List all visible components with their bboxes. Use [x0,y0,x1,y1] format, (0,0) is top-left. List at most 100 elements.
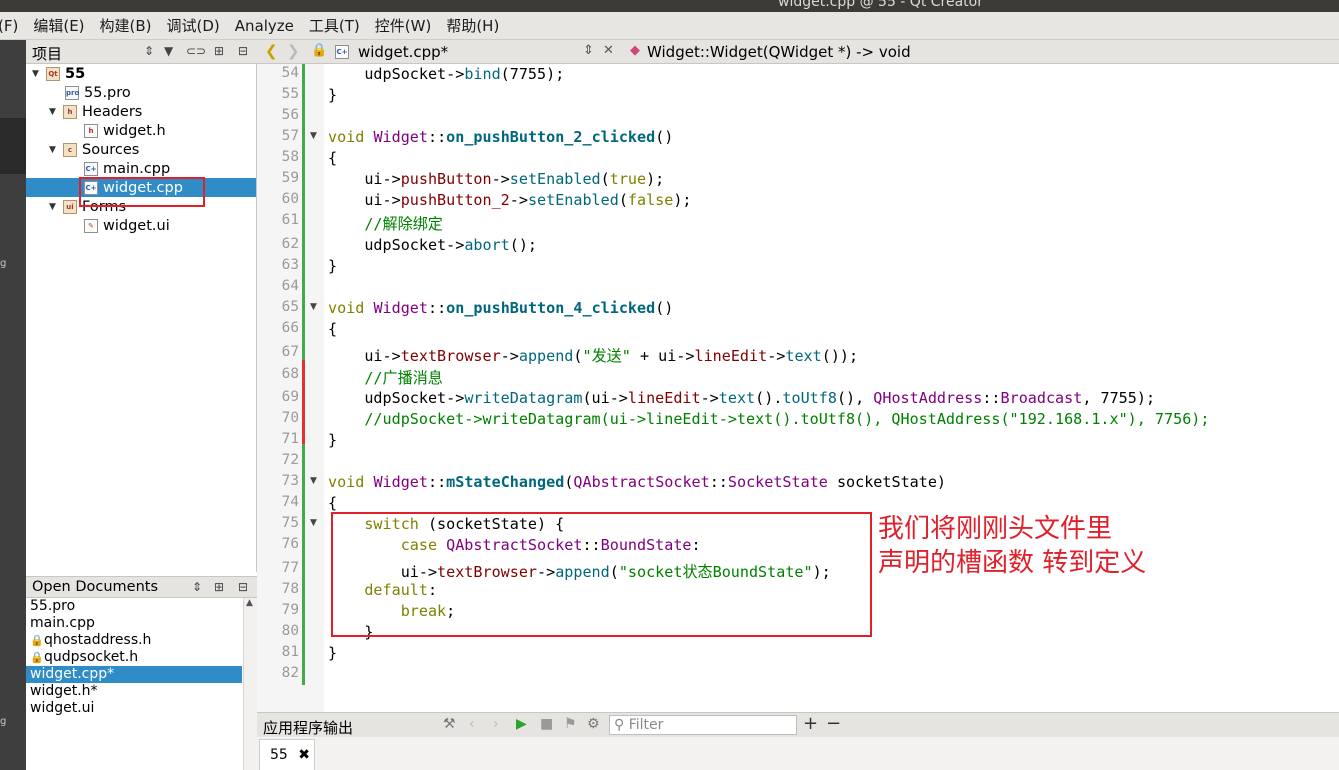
tree-item-widget-h[interactable]: h widget.h [84,121,166,140]
split-icon[interactable]: ⊞ [214,44,224,58]
expand-arrow-icon[interactable]: ▼ [32,69,46,79]
tree-item-label: main.cpp [103,160,171,177]
tree-item-project[interactable]: ▼ Qt 55 [32,64,85,83]
code-text: void [328,299,365,317]
mode-label[interactable]: g [0,716,6,727]
expand-arrow-icon[interactable]: ▼ [49,107,63,117]
gear-icon[interactable]: ⚙ [587,716,600,732]
chevron-left-icon[interactable]: ‹ [469,716,475,732]
open-document-item[interactable]: 🔒qhostaddress.h [26,632,242,649]
open-document-item[interactable]: widget.cpp* [26,666,242,683]
menu-widgets[interactable]: 控件(W) [375,15,432,36]
run-icon[interactable]: ▶ [516,716,527,732]
form-file-icon: ✎ [84,218,98,233]
code-line: } [328,431,338,449]
fold-arrow-icon[interactable]: ▼ [310,302,317,312]
chevron-right-icon[interactable]: › [493,716,499,732]
expand-arrow-icon[interactable]: ▼ [49,202,63,212]
tree-item-headers[interactable]: ▼ h Headers [49,102,142,121]
scroll-up-icon[interactable]: ▲ [246,598,253,608]
mode-edit-selected[interactable] [0,118,26,174]
code-text: (), [836,389,874,407]
minus-icon[interactable]: − [826,713,841,734]
close-icon[interactable]: ✕ [603,43,614,58]
highlight-box-annotation [331,512,872,637]
mode-label[interactable]: g [0,258,6,269]
output-tabs: 55 ✖ [257,737,1339,770]
line-number: 71 [281,431,299,447]
code-text: (7755); [500,65,565,83]
combo-arrows-icon[interactable]: ⇕ [192,580,202,594]
code-text: :: [427,299,447,317]
tree-item-sources[interactable]: ▼ c Sources [49,140,139,159]
output-pane-header: 应用程序输出 ⚒ ‹ › ▶ ■ ⚑ ⚙ ⚲ Filter + − [257,712,1339,737]
combo-arrows-icon[interactable]: ⇕ [144,44,154,58]
close-icon[interactable]: ✖ [298,747,310,763]
code-text: :: [982,389,1001,407]
attach-icon[interactable]: ⚒ [443,716,456,732]
close-pane-icon[interactable]: ⊟ [238,580,248,594]
chevron-right-icon[interactable]: ❯ [287,42,300,60]
project-pane-title[interactable]: 项目 [32,43,62,64]
tree-item-label: 55 [65,65,86,82]
code-text: :: [427,128,447,146]
code-text: false [627,191,674,209]
function-locator[interactable]: Widget::Widget(QWidget *) -> void [647,43,911,61]
line-number: 64 [281,278,299,294]
function-icon: ◆ [630,43,640,58]
combo-arrows-icon[interactable]: ⇕ [583,43,594,58]
fold-arrow-icon[interactable]: ▼ [310,131,317,141]
filter-icon[interactable]: ▼ [164,44,173,58]
menu-build[interactable]: 构建(B) [100,15,152,36]
code-text: :: [709,473,728,491]
debug-icon[interactable]: ⚑ [564,716,577,732]
line-number: 82 [281,665,299,681]
plus-icon[interactable]: + [803,713,818,734]
code-line: //udpSocket->writeDatagram(ui->lineEdit-… [328,410,1210,428]
menu-edit[interactable]: 编辑(E) [33,15,84,36]
stop-icon[interactable]: ■ [540,716,553,732]
menu-file[interactable]: (F) [0,17,18,35]
split-icon[interactable]: ⊞ [214,580,224,594]
document-label: 55.pro [30,598,76,614]
line-number: 56 [281,107,299,123]
close-pane-icon[interactable]: ⊟ [238,44,248,58]
menu-tools[interactable]: 工具(T) [309,15,360,36]
code-text: Widget [364,473,428,491]
open-document-item[interactable]: widget.h* [26,683,242,700]
line-number: 62 [281,236,299,252]
menu-analyze[interactable]: Analyze [235,17,294,35]
link-icon[interactable]: ⊂⊃ [186,44,206,58]
code-text: ); [646,170,665,188]
code-text: void [328,473,365,491]
code-text: on_pushButton_2_clicked [446,128,656,146]
open-document-item[interactable]: widget.ui [26,700,242,717]
chevron-left-icon[interactable]: ❮ [265,42,278,60]
code-text: Widget [364,128,428,146]
expand-arrow-icon[interactable]: ▼ [49,145,63,155]
menu-debug[interactable]: 调试(D) [167,15,220,36]
code-text: -> [491,170,510,188]
open-document-item[interactable]: 55.pro [26,598,242,615]
open-documents-title[interactable]: Open Documents [32,579,158,595]
cpp-file-icon: C+ [84,161,98,176]
menu-help[interactable]: 帮助(H) [446,15,499,36]
tree-item-pro[interactable]: pro 55.pro [65,83,131,102]
code-line: ui->pushButton->setEnabled(true); [328,170,664,188]
open-documents-scrollbar[interactable]: ▲ [243,598,257,770]
open-document-item[interactable]: 🔒qudpsocket.h [26,649,242,666]
output-tab[interactable]: 55 ✖ [259,739,315,770]
tree-item-widget-ui[interactable]: ✎ widget.ui [84,216,170,235]
open-document-item[interactable]: main.cpp [26,615,242,632]
editor-file-name[interactable]: widget.cpp* [358,43,448,61]
code-text: append [518,347,574,365]
code-text: udpSocket-> [328,236,465,254]
fold-arrow-icon[interactable]: ▼ [310,476,317,486]
fold-arrow-icon[interactable]: ▼ [310,518,317,528]
line-number: 79 [281,602,299,618]
folder-icon: h [63,104,77,119]
filter-input[interactable]: ⚲ Filter [609,715,797,735]
code-text: ui-> [328,191,401,209]
code-line: udpSocket->writeDatagram(ui->lineEdit->t… [328,389,1155,407]
tree-item-main-cpp[interactable]: C+ main.cpp [84,159,170,178]
